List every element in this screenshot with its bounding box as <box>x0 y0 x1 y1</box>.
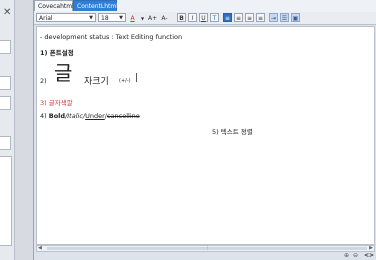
left-field[interactable] <box>0 76 11 90</box>
left-field[interactable] <box>0 40 11 54</box>
item4-strike: cancelline <box>106 112 140 120</box>
item-text-style: 4) Bold/Italic/Under/cancelline <box>40 112 140 120</box>
editor: Covecahtml ContentLhtml Arial ▼ 18 ▼ A ▼… <box>33 0 376 260</box>
zoom-in-icon[interactable]: ⊕ <box>344 252 349 260</box>
item4-italic: /Italic/ <box>65 112 86 120</box>
item4-underline: Under <box>85 112 105 120</box>
arrow-left-icon[interactable]: ◀ <box>38 245 42 251</box>
item-font-color: 3) 글자색깔 <box>40 99 73 107</box>
large-glyph: 글 <box>54 61 73 85</box>
text-color-button[interactable]: A <box>128 13 137 22</box>
arrow-right-icon[interactable]: ▶ <box>369 245 373 251</box>
bold-button[interactable]: B <box>177 13 186 22</box>
font-family-select[interactable]: Arial ▼ <box>36 13 96 22</box>
item2-text: 자크기 <box>84 77 109 87</box>
left-panel: ✕ <box>0 0 15 260</box>
align-justify-icon[interactable]: ≡ <box>256 13 265 22</box>
item2-small: (+/-) <box>119 78 131 84</box>
editor-toolbar: Arial ▼ 18 ▼ A ▼ A+ A- B I U T ≡ ≡ ≡ ≡ ⇥… <box>34 12 376 25</box>
align-right-icon[interactable]: ≡ <box>245 13 254 22</box>
text-color-dropdown-icon[interactable]: ▼ <box>138 13 147 22</box>
font-size-value: 18 <box>101 15 109 22</box>
chevron-down-icon: ▼ <box>119 15 123 21</box>
underline-button[interactable]: U <box>199 13 208 22</box>
indent-icon[interactable]: ⇥ <box>269 13 278 22</box>
align-center-icon[interactable]: ≡ <box>234 13 243 22</box>
horizontal-scrollbar[interactable]: ◀ ⋮ ▶ <box>36 245 375 252</box>
tab-contentlhtml[interactable]: ContentLhtml <box>73 0 118 11</box>
item-text-align: 5) 텍스트 정렬 <box>212 128 253 136</box>
font-family-value: Arial <box>39 15 53 22</box>
status-bar: ⊕ ⊖ <> <box>34 252 376 260</box>
left-field[interactable] <box>0 136 11 150</box>
left-textarea[interactable] <box>0 156 12 246</box>
shrink-font-button[interactable]: A- <box>159 13 170 22</box>
left-field[interactable] <box>0 96 11 110</box>
grip-icon: ⋮ <box>205 245 210 251</box>
status-line: - development status : Text Editing func… <box>40 33 183 41</box>
item2-prefix: 2) <box>40 77 47 85</box>
panel-gap <box>15 0 33 260</box>
image-icon[interactable]: ▣ <box>291 13 300 22</box>
document-body[interactable]: - development status : Text Editing func… <box>36 26 375 245</box>
tab-covecahtml[interactable]: Covecahtml <box>34 0 74 11</box>
align-left-icon[interactable]: ≡ <box>223 13 232 22</box>
code-view-icon[interactable]: <> <box>364 252 374 260</box>
item4-bold: Bold <box>48 112 66 120</box>
item4-prefix: 4) <box>40 112 47 120</box>
strikethrough-button[interactable]: T <box>210 13 219 22</box>
chevron-down-icon: ▼ <box>89 15 93 21</box>
font-size-select[interactable]: 18 ▼ <box>98 13 126 22</box>
zoom-out-icon[interactable]: ⊖ <box>353 252 358 260</box>
list-icon[interactable]: ☰ <box>280 13 289 22</box>
text-cursor: | <box>135 73 139 83</box>
item-font-setting: 1) 폰트설정 <box>40 49 74 57</box>
italic-button[interactable]: I <box>188 13 197 22</box>
grow-font-button[interactable]: A+ <box>147 13 158 22</box>
close-icon[interactable]: ✕ <box>3 8 11 18</box>
